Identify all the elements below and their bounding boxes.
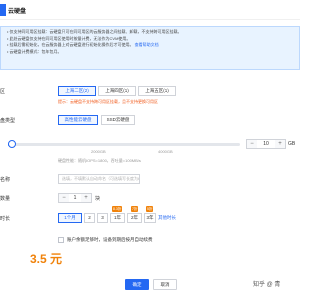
discount-badge: 7折	[131, 206, 139, 212]
duration-1-month[interactable]: 1个月	[58, 213, 82, 223]
notice-line: • 此处云硬盘仅支持在同可用区使用时按量计费，无法作为CVM使用。	[7, 35, 131, 41]
capacity-value[interactable]: 10	[257, 140, 275, 148]
discount-badge: 8.3折	[112, 206, 123, 212]
disk-type-label: 盘类型	[0, 118, 16, 124]
confirm-button[interactable]: 确定	[125, 279, 149, 290]
capacity-unit: GB	[288, 141, 296, 147]
duration-2-months[interactable]: 2	[84, 213, 95, 223]
zone-warning: 提示：云硬盘不支持跨可用区挂载，且不支持更换可用区	[58, 99, 158, 104]
slider-tick: 4000GB	[158, 149, 173, 154]
dialog-title: 云硬盘	[8, 9, 27, 15]
quantity-stepper[interactable]: − 1 +	[58, 193, 92, 203]
disk-performance-text: 硬盘性能：随机IOPS=1800，吞吐量=100MB/s	[58, 158, 141, 163]
dialog-header: 云硬盘	[0, 0, 300, 20]
decrement-button[interactable]: −	[247, 140, 257, 148]
help-doc-link[interactable]: 查看帮助文档	[135, 42, 159, 47]
other-duration-link[interactable]: 其他时长	[158, 215, 176, 221]
slider-tick: 2000GB	[91, 149, 106, 154]
title-accent-bar	[0, 4, 6, 16]
discount-badge: 5折	[146, 206, 154, 212]
auto-renew-checkbox[interactable]	[58, 237, 64, 243]
cancel-button[interactable]: 取消	[153, 279, 177, 290]
duration-3-months[interactable]: 3	[97, 213, 108, 223]
watermark: 知乎 @ 青	[253, 282, 281, 288]
increment-button[interactable]: +	[275, 140, 285, 148]
quantity-value[interactable]: 1	[69, 194, 81, 202]
duration-2-years[interactable]: 2年	[127, 213, 142, 223]
duration-1-year[interactable]: 1年	[110, 213, 125, 223]
notice-line: • 挂载后需初始化，在云服务器上对云硬盘进行初始化操作后才可使用。 查看帮助文档	[7, 42, 299, 49]
quantity-unit: 块	[95, 196, 101, 202]
decrement-button[interactable]: −	[59, 194, 69, 202]
duration-3-years[interactable]: 3年	[144, 213, 156, 223]
increment-button[interactable]: +	[81, 194, 91, 202]
disk-type-ssd[interactable]: SSD云硬盘	[101, 115, 135, 125]
zone-option-shanghai-5[interactable]: 上海五区(1)	[138, 86, 176, 96]
zone-label: 区	[0, 89, 6, 95]
zone-option-shanghai-4[interactable]: 上海四区(1)	[98, 86, 136, 96]
quantity-label: 数量	[0, 196, 11, 202]
slider-handle[interactable]	[8, 140, 16, 148]
disk-type-premium[interactable]: 高性能云硬盘	[58, 115, 98, 125]
name-label: 名称	[0, 177, 11, 183]
capacity-slider[interactable]	[8, 140, 240, 148]
notice-box: • 仅支持同可用区挂载：云硬盘只可在同可用区的云服务器之间挂载、卸载，不支持跨可…	[0, 26, 300, 70]
notice-line: • 云硬盘计费模式：包年包月。	[7, 48, 62, 54]
total-price: 3.5 元	[30, 252, 63, 266]
auto-renew-label: 账户余额足够时，设备到期后按月自动续费	[67, 236, 153, 242]
disk-name-input[interactable]: 选填，不填默认自动命名（可选填写长度为60个字符以内）	[58, 174, 140, 184]
zone-option-shanghai-2[interactable]: 上海二区(2)	[58, 86, 96, 96]
notice-line-text: • 挂载后需初始化，在云服务器上对云硬盘进行初始化操作后才可使用。	[7, 42, 134, 48]
notice-line: • 仅支持同可用区挂载：云硬盘只可在同可用区的云服务器之间挂载、卸载，不支持跨可…	[7, 29, 182, 34]
duration-label: 时长	[0, 216, 11, 222]
capacity-stepper[interactable]: − 10 +	[246, 139, 286, 149]
